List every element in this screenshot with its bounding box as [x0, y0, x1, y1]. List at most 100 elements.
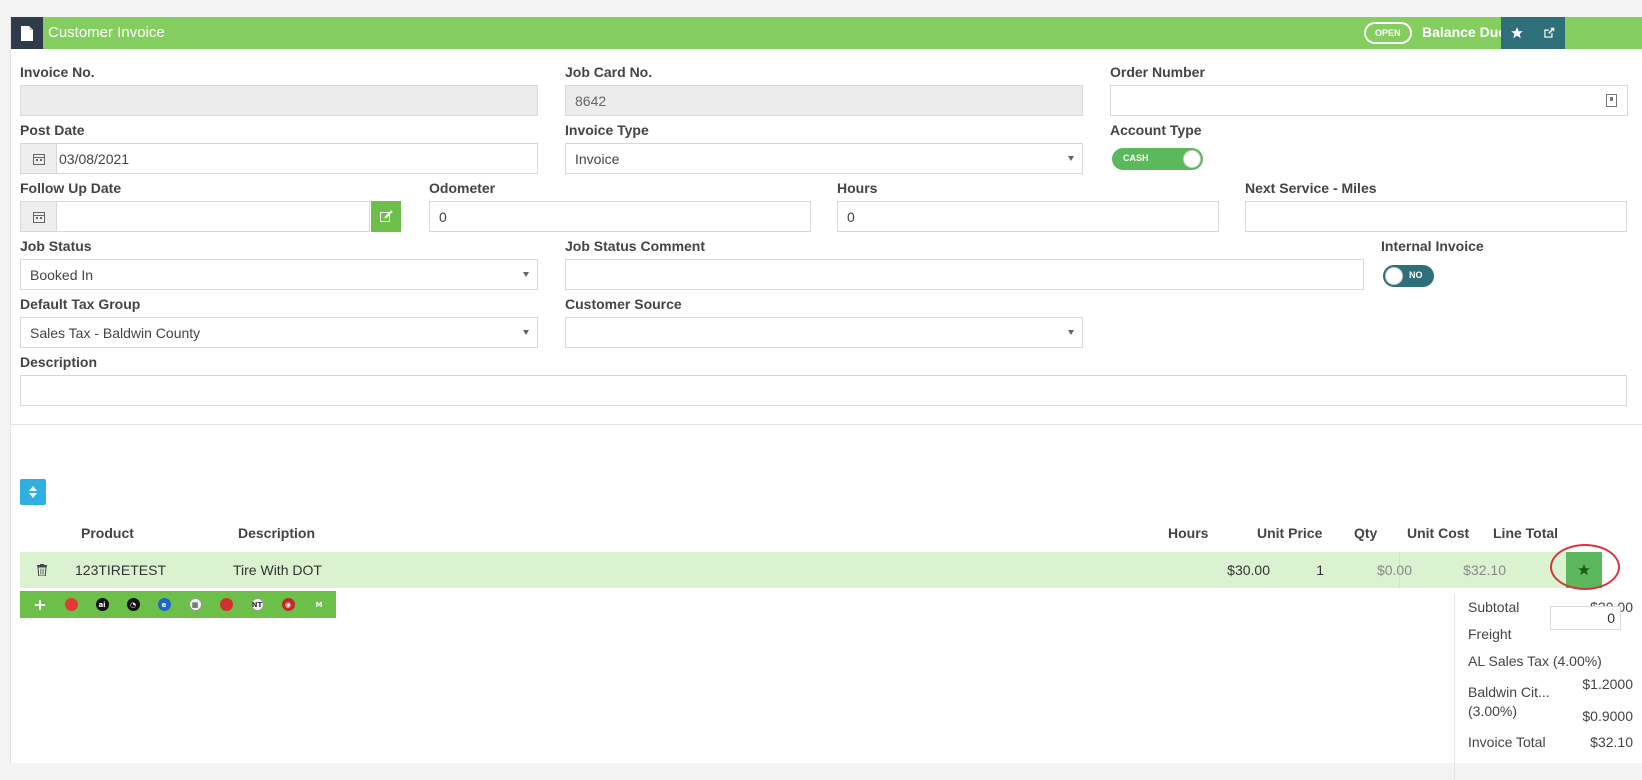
customer-source-select[interactable]: [565, 317, 1083, 348]
customer-source-label: Customer Source: [565, 296, 682, 312]
account-type-toggle-text: CASH: [1123, 153, 1149, 163]
baldwin-tax-rate: (3.00%): [1468, 703, 1518, 719]
post-date-label: Post Date: [20, 122, 85, 138]
line-toolbar: + ai ◔ e ▦ NT ◉ M: [20, 591, 336, 618]
catalog-icon-9-button[interactable]: M: [307, 593, 331, 617]
internal-invoice-toggle-text: NO: [1409, 270, 1423, 280]
al-sales-tax-label: AL Sales Tax (4.00%): [1468, 653, 1602, 669]
trash-icon: [37, 564, 47, 577]
line-qty[interactable]: 1: [1316, 562, 1324, 578]
description-label: Description: [20, 354, 98, 370]
add-line-icon: +: [33, 595, 47, 614]
job-card-no-field[interactable]: 8642: [565, 85, 1083, 116]
catalog-icon-6: [219, 598, 233, 611]
next-service-miles-label: Next Service - Miles: [1245, 180, 1377, 196]
column-header-line-total: Line Total: [1493, 525, 1559, 541]
line-product[interactable]: 123TIRETEST: [75, 562, 166, 578]
chevron-down-icon: [1068, 330, 1074, 335]
totals-panel: Subtotal $30.00 Freight AL Sales Tax (4.…: [1454, 593, 1642, 780]
catalog-icon-8-button[interactable]: ◉: [276, 593, 300, 617]
default-tax-group-select[interactable]: Sales Tax - Baldwin County: [20, 317, 538, 348]
reorder-lines-button[interactable]: [20, 479, 46, 505]
catalog-icon-2: ai: [95, 598, 109, 611]
job-card-no-label: Job Card No.: [565, 64, 653, 80]
column-header-product: Product: [81, 525, 134, 541]
calendar-icon: [21, 202, 57, 231]
toggle-knob: [1385, 267, 1403, 285]
delete-line-button[interactable]: [37, 563, 47, 581]
invoice-panel: Customer Invoice OPEN Balance Due: $32.1…: [10, 17, 1642, 780]
job-status-comment-label: Job Status Comment: [565, 238, 706, 254]
chevron-down-icon: [523, 272, 529, 277]
post-date-field[interactable]: 03/08/2021: [20, 143, 538, 174]
job-status-label: Job Status: [20, 238, 92, 254]
hours-field[interactable]: 0: [837, 201, 1219, 232]
internal-invoice-label: Internal Invoice: [1381, 238, 1484, 254]
description-field[interactable]: [20, 375, 1627, 406]
catalog-icon-5-button[interactable]: ▦: [183, 593, 207, 617]
edit-icon: [379, 210, 393, 222]
al-sales-tax-value: $1.2000: [1582, 676, 1633, 692]
order-number-label: Order Number: [1110, 64, 1205, 80]
follow-up-date-field[interactable]: [20, 201, 370, 232]
status-badge: OPEN: [1364, 22, 1412, 44]
catalog-icon-1: [64, 598, 78, 611]
invoice-no-field[interactable]: [20, 85, 538, 116]
order-number-field[interactable]: [1110, 85, 1628, 116]
follow-up-date-label: Follow Up Date: [20, 180, 122, 196]
account-type-label: Account Type: [1110, 122, 1202, 138]
baldwin-tax-label: Baldwin Cit...: [1468, 684, 1550, 700]
job-status-value: Booked In: [30, 267, 94, 283]
odometer-label: Odometer: [429, 180, 496, 196]
sort-icon: [29, 486, 37, 498]
line-description[interactable]: Tire With DOT: [233, 562, 322, 578]
job-status-select[interactable]: Booked In: [20, 259, 538, 290]
line-unit-price[interactable]: $30.00: [1227, 562, 1270, 578]
subtotal-label: Subtotal: [1468, 599, 1520, 615]
line-unit-cost: $0.00: [1376, 562, 1412, 578]
document-icon: [11, 17, 43, 49]
catalog-icon-2-button[interactable]: ai: [90, 593, 114, 617]
account-type-toggle[interactable]: CASH: [1112, 148, 1203, 170]
favorite-button[interactable]: [1501, 17, 1533, 49]
default-tax-group-label: Default Tax Group: [20, 296, 141, 312]
column-header-unit-cost: Unit Cost: [1407, 525, 1470, 541]
catalog-icon-3: ◔: [126, 598, 140, 611]
callout-highlight: [1550, 544, 1620, 590]
catalog-icon-9: M: [312, 598, 326, 611]
edit-follow-up-button[interactable]: [371, 201, 401, 232]
catalog-icon-5: ▦: [188, 598, 202, 611]
external-link-icon: [1544, 27, 1555, 38]
invoice-type-select[interactable]: Invoice: [565, 143, 1083, 174]
address-book-icon: [1606, 94, 1617, 107]
invoice-total-value: $32.10: [1590, 734, 1633, 750]
odometer-field[interactable]: 0: [429, 201, 811, 232]
page-title: Customer Invoice: [48, 24, 165, 41]
chevron-down-icon: [1068, 156, 1074, 161]
section-divider: [11, 424, 1642, 425]
add-line-button[interactable]: +: [28, 593, 52, 617]
toggle-knob: [1183, 150, 1201, 168]
column-header-hours: Hours: [1168, 525, 1209, 541]
internal-invoice-toggle[interactable]: NO: [1383, 265, 1434, 287]
catalog-icon-1-button[interactable]: [59, 593, 83, 617]
column-header-unit-price: Unit Price: [1257, 525, 1323, 541]
job-status-comment-field[interactable]: [565, 259, 1364, 290]
open-external-button[interactable]: [1533, 17, 1565, 49]
next-service-miles-field[interactable]: [1245, 201, 1627, 232]
star-icon: [1511, 27, 1523, 39]
invoice-total-label: Invoice Total: [1468, 734, 1546, 750]
catalog-icon-4: e: [157, 598, 171, 611]
calendar-icon: [21, 144, 57, 173]
table-row: 123TIRETEST Tire With DOT $30.00 1 $0.00…: [20, 552, 1588, 588]
catalog-icon-7-button[interactable]: NT: [245, 593, 269, 617]
catalog-icon-4-button[interactable]: e: [152, 593, 176, 617]
invoice-type-value: Invoice: [575, 151, 620, 167]
catalog-icon-6-button[interactable]: [214, 593, 238, 617]
catalog-icon-3-button[interactable]: ◔: [121, 593, 145, 617]
freight-label: Freight: [1468, 626, 1512, 642]
baldwin-tax-value: $0.9000: [1582, 708, 1633, 724]
invoice-no-label: Invoice No.: [20, 64, 95, 80]
freight-input[interactable]: [1550, 606, 1621, 630]
line-total: $32.10: [1463, 562, 1506, 578]
